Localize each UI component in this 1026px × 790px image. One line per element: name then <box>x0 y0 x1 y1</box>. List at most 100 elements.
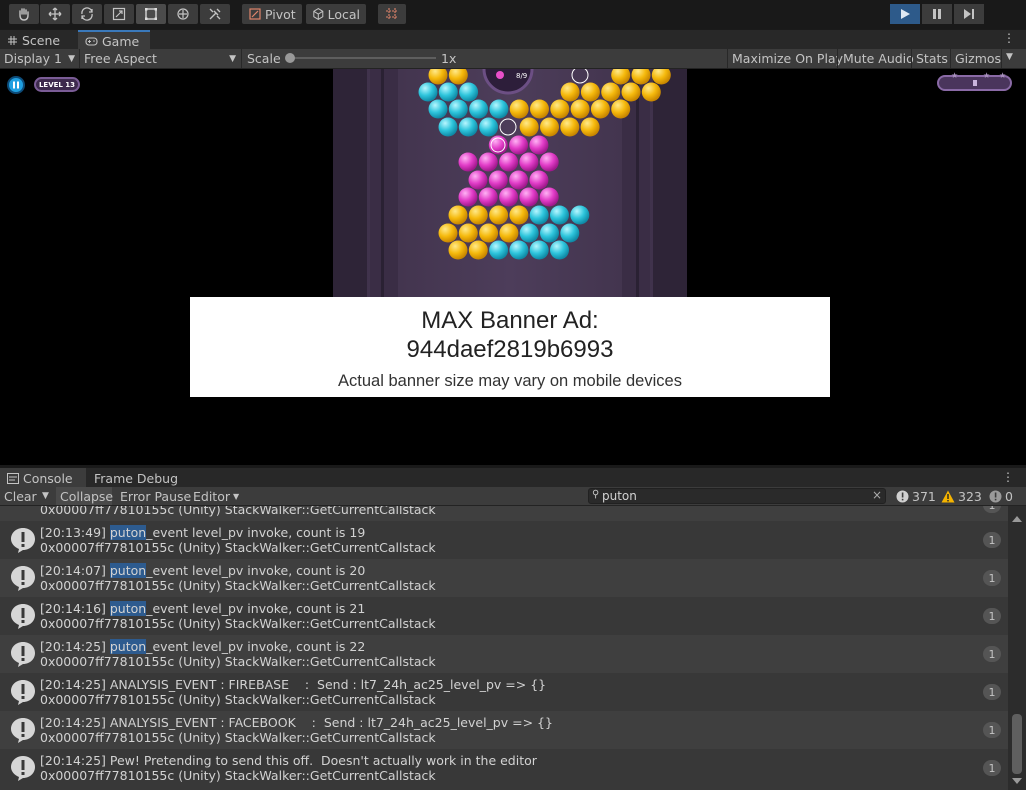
bubble <box>499 223 519 243</box>
mute-audio-toggle[interactable]: Mute Audio <box>839 49 918 68</box>
bubble <box>459 82 479 102</box>
move-tool-button[interactable] <box>40 4 70 24</box>
grid-icon <box>8 35 17 45</box>
bubble <box>489 205 509 225</box>
list-item[interactable]: [20:14:25] ANALYSIS_EVENT : FACEBOOK : S… <box>0 711 1008 749</box>
bubble <box>458 152 478 172</box>
scale-slider-track[interactable] <box>286 57 436 59</box>
grid-snap-button[interactable] <box>378 4 406 24</box>
step-button[interactable] <box>954 4 984 24</box>
aspect-dropdown[interactable]: Free Aspect ▼ <box>80 49 240 68</box>
hand-tool-button[interactable] <box>9 4 39 24</box>
warning-filter-toggle[interactable]: 323 <box>937 487 986 505</box>
hand-icon <box>19 8 29 21</box>
warning-icon <box>941 490 955 502</box>
clear-search-icon[interactable]: × <box>872 488 882 502</box>
bubble <box>509 99 529 119</box>
error-filter-toggle[interactable]: 0 <box>985 487 1017 505</box>
bubble <box>438 82 458 102</box>
pause-icon <box>13 81 19 89</box>
info-icon <box>11 528 35 553</box>
pause-button[interactable] <box>922 4 952 24</box>
error-pause-toggle[interactable]: Error Pause <box>116 487 195 505</box>
info-icon <box>11 718 35 743</box>
list-item[interactable]: [20:14:25] puton_event level_pv invoke, … <box>0 635 1008 673</box>
local-toggle[interactable]: Local <box>306 4 366 24</box>
bubble <box>550 205 569 225</box>
more-options-icon[interactable]: ⋮ <box>1002 470 1014 484</box>
collapse-toggle[interactable]: Collapse <box>56 487 113 505</box>
bubble <box>489 99 509 119</box>
tab-scene[interactable]: Scene <box>0 30 75 50</box>
collapse-count: 1 <box>983 608 1001 624</box>
stats-toggle[interactable]: Stats <box>912 49 952 68</box>
scale-tool-button[interactable] <box>104 4 134 24</box>
tab-frame-debug[interactable]: Frame Debug <box>87 468 185 488</box>
game-viewport[interactable]: 8/9 LEVEL 13 ★ ★ ★ MAX Banner Ad: 944dae… <box>0 69 1026 465</box>
transform-tool-button[interactable] <box>168 4 198 24</box>
play-button[interactable] <box>890 4 920 24</box>
log-message: [20:14:07] puton_event level_pv invoke, … <box>40 563 365 578</box>
bubble <box>560 223 580 243</box>
search-field[interactable]: ⚲ puton × <box>588 488 886 504</box>
bubble <box>448 205 468 225</box>
rect-tool-button[interactable] <box>136 4 166 24</box>
search-highlight: puton <box>109 601 147 616</box>
gizmos-label: Gizmos <box>955 51 1002 66</box>
clear-options-dropdown[interactable]: ▼ <box>38 487 53 505</box>
list-item[interactable]: 0x00007ff77810155c (Unity) StackWalker::… <box>0 506 1008 521</box>
transform-icon <box>177 8 189 20</box>
search-input[interactable]: puton <box>602 489 637 503</box>
bubble <box>519 187 539 207</box>
search-highlight: puton <box>109 525 147 540</box>
scroll-up-arrow[interactable] <box>1012 516 1022 522</box>
bubble <box>590 99 610 119</box>
log-message-text: _event level_pv invoke, count is 21 <box>146 601 366 616</box>
log-filter-toggle[interactable]: 371 <box>892 487 940 505</box>
bubble <box>529 135 549 155</box>
display-dropdown[interactable]: Display 1 ▼ <box>0 49 78 68</box>
bubble <box>479 117 499 137</box>
scroll-down-arrow[interactable] <box>1012 778 1022 784</box>
more-options-icon[interactable]: ⋮ <box>1003 31 1015 45</box>
list-item[interactable]: [20:14:16] puton_event level_pv invoke, … <box>0 597 1008 635</box>
scrollbar-thumb[interactable] <box>1012 714 1022 774</box>
log-stack-line: 0x00007ff77810155c (Unity) StackWalker::… <box>40 616 436 631</box>
list-item[interactable]: [20:14:25] Pew! Pretending to send this … <box>0 749 1008 787</box>
list-item[interactable]: [20:14:25] ANALYSIS_EVENT : FIREBASE : S… <box>0 673 1008 711</box>
list-item[interactable]: [20:13:49] puton_event level_pv invoke, … <box>0 521 1008 559</box>
bubble <box>468 205 488 225</box>
search-highlight: puton <box>109 563 147 578</box>
bubble <box>540 117 559 137</box>
game-pause-button[interactable] <box>7 76 25 94</box>
bubble <box>448 99 468 119</box>
maximize-on-play-toggle[interactable]: Maximize On Play <box>728 49 847 68</box>
bubble <box>478 152 498 172</box>
tab-console[interactable]: Console <box>0 468 86 488</box>
log-message-text: [20:14:25] ANALYSIS_EVENT : FIREBASE : S… <box>40 677 547 692</box>
console-log-list[interactable]: 0x00007ff77810155c (Unity) StackWalker::… <box>0 506 1008 790</box>
rotate-tool-button[interactable] <box>72 4 102 24</box>
clear-button[interactable]: Clear <box>0 487 41 505</box>
collapse-count: 1 <box>983 760 1001 776</box>
console-scrollbar[interactable] <box>1008 506 1026 790</box>
divider <box>1001 49 1002 68</box>
chevron-down-icon[interactable]: ▼ <box>1006 52 1013 62</box>
console-toolbar: Clear ▼ Collapse Error Pause Editor ▼ ⚲ … <box>0 487 1026 506</box>
editor-dropdown[interactable]: Editor ▼ <box>189 487 239 505</box>
scale-slider-handle[interactable] <box>285 53 295 63</box>
banner-ad[interactable]: MAX Banner Ad: 944daef2819b6993 Actual b… <box>190 297 830 397</box>
bubble <box>458 117 478 137</box>
pivot-toggle[interactable]: Pivot <box>242 4 302 24</box>
bubble <box>509 170 529 190</box>
bubble <box>580 82 600 102</box>
custom-tools-button[interactable] <box>200 4 230 24</box>
collapse-count: 1 <box>983 684 1001 700</box>
log-message-text: [20:14:25] Pew! Pretending to send this … <box>40 753 537 768</box>
bubble <box>509 205 529 225</box>
bubble <box>529 240 549 260</box>
tab-game-label: Game <box>102 33 140 49</box>
tab-game[interactable]: Game <box>78 30 150 50</box>
list-item[interactable]: [20:14:07] puton_event level_pv invoke, … <box>0 559 1008 597</box>
collapse-label: Collapse <box>60 488 114 504</box>
